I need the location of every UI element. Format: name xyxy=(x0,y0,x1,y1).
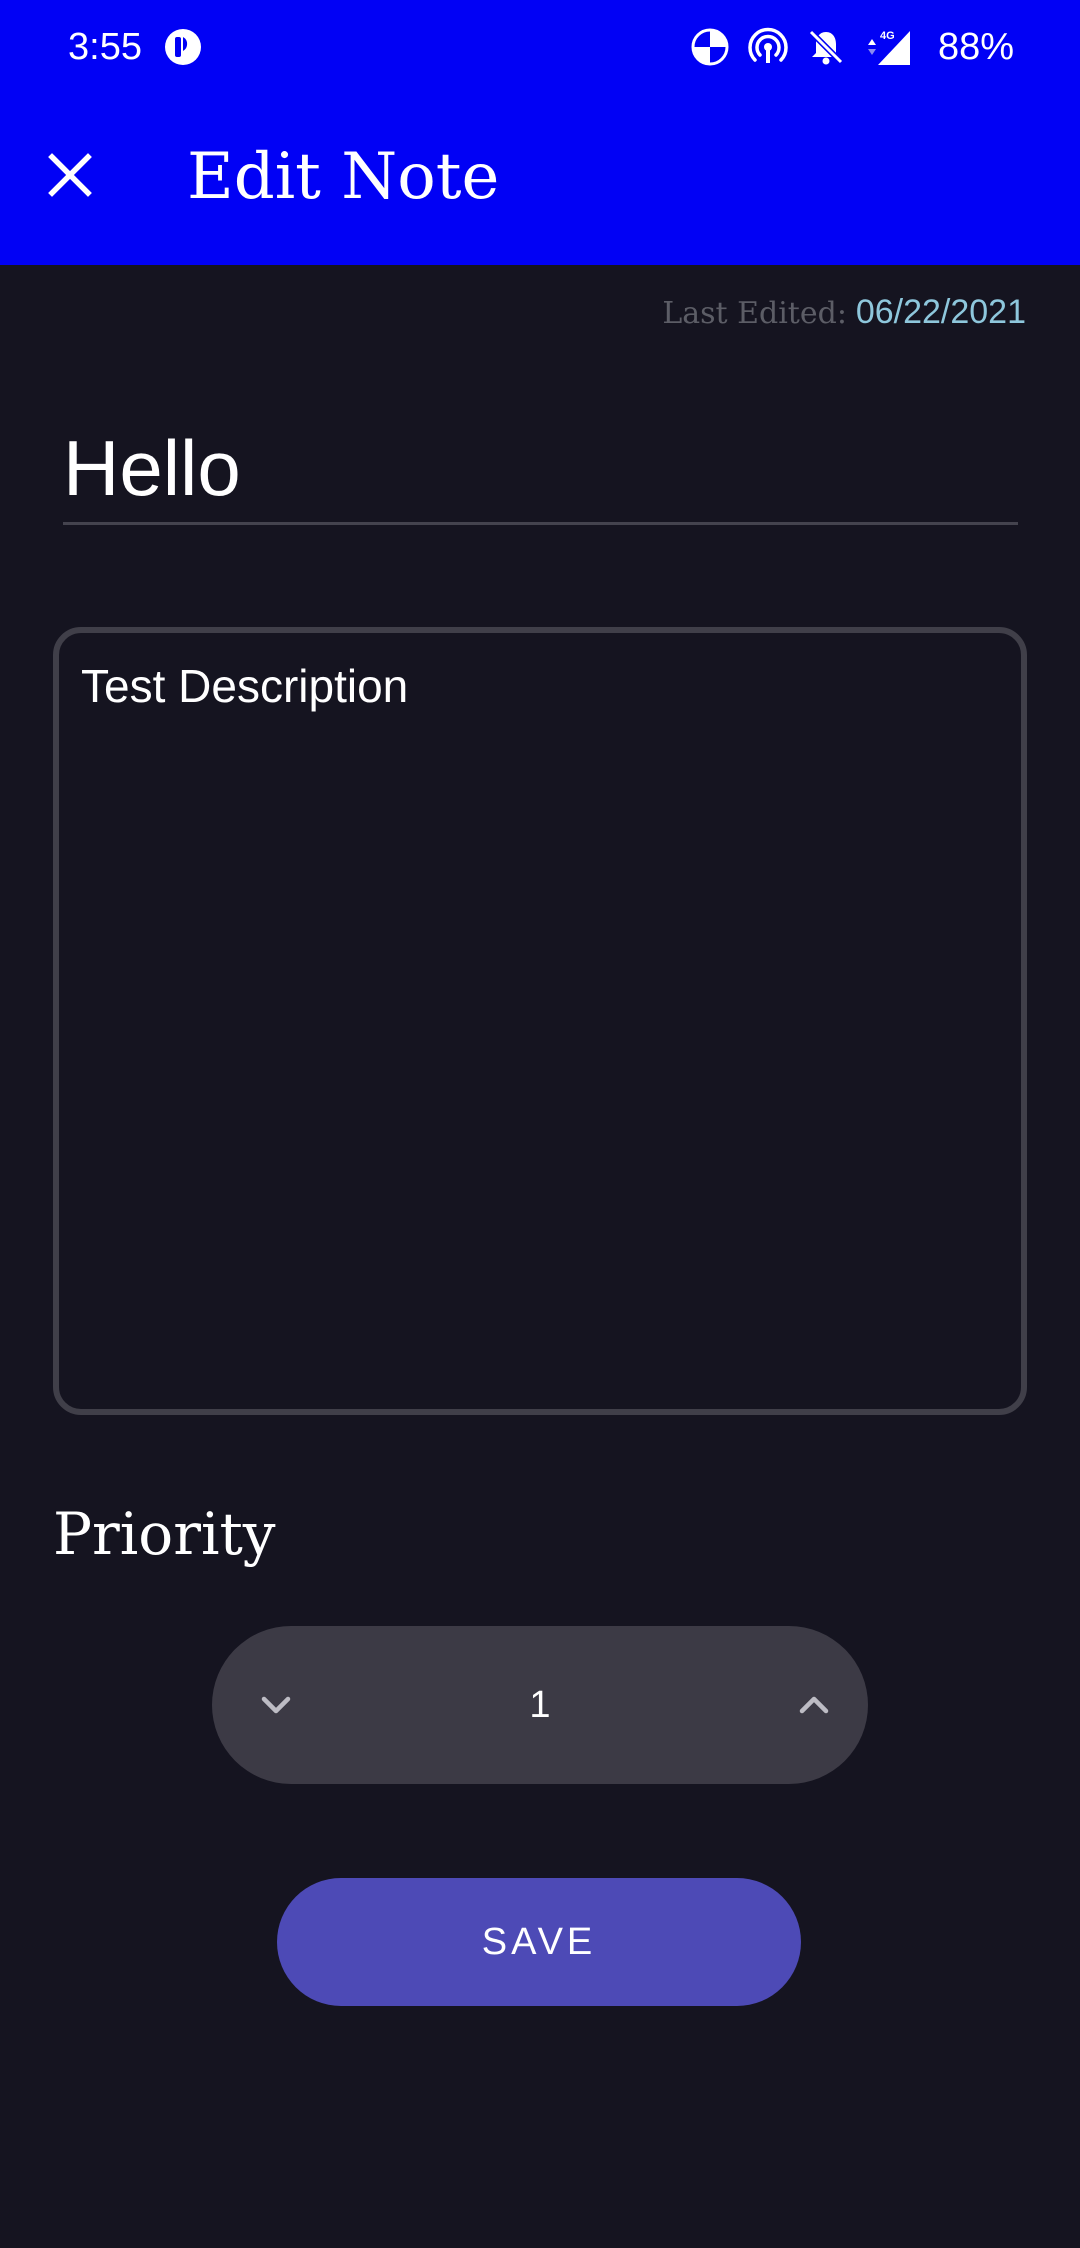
priority-stepper: 1 xyxy=(212,1626,868,1784)
chevron-up-icon xyxy=(799,1696,829,1714)
status-icons: 4G 88% xyxy=(690,24,1014,70)
notifications-off-icon xyxy=(806,27,846,67)
note-description-input[interactable]: Test Description xyxy=(53,627,1027,1415)
data-saver-icon xyxy=(690,27,730,67)
priority-decrement-button[interactable] xyxy=(236,1665,316,1745)
toolbar: Edit Note xyxy=(0,95,1080,265)
page-title: Edit Note xyxy=(187,140,500,214)
hotspot-icon xyxy=(748,27,788,67)
note-title-input[interactable] xyxy=(63,415,1018,525)
priority-increment-button[interactable] xyxy=(774,1665,854,1745)
last-edited-date: 06/22/2021 xyxy=(855,293,1026,331)
save-button[interactable]: SAVE xyxy=(277,1878,801,2006)
svg-text:4G: 4G xyxy=(880,30,895,42)
last-edited: Last Edited: 06/22/2021 xyxy=(662,292,1026,334)
status-time: 3:55 xyxy=(68,26,142,68)
priority-label: Priority xyxy=(53,1500,276,1568)
chevron-down-icon xyxy=(261,1696,291,1714)
status-bar: 3:55 4G 88% xyxy=(0,0,1080,95)
app-notification-icon xyxy=(164,28,202,66)
battery-percentage: 88% xyxy=(937,26,1014,68)
close-icon xyxy=(48,153,92,197)
close-button[interactable] xyxy=(30,135,110,215)
app-bar-container: 3:55 4G 88% Edit Note xyxy=(0,0,1080,265)
signal-4g-icon: 4G xyxy=(864,27,914,67)
edit-note-screen: 3:55 4G 88% Edit Note Last Edited: 06/22… xyxy=(0,0,1080,2248)
last-edited-label: Last Edited: xyxy=(662,296,847,331)
